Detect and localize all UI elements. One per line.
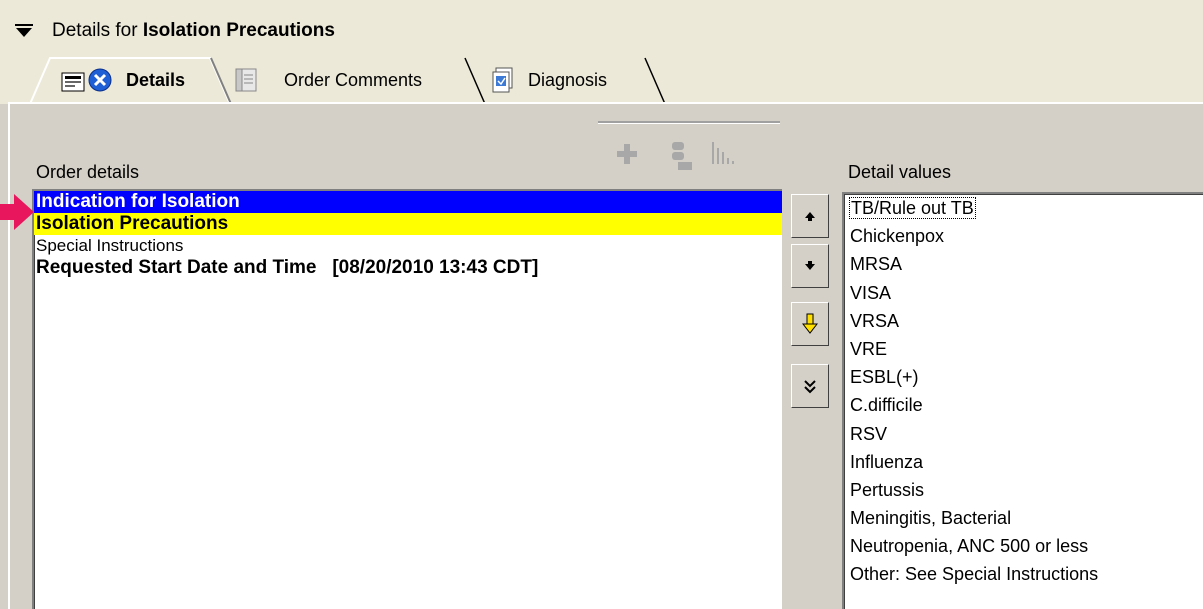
arrow-down-small-icon <box>805 261 815 270</box>
detail-value-item[interactable]: VISA <box>844 279 1203 307</box>
chart-bars-icon <box>712 142 734 164</box>
diagnosis-tab-icon <box>492 67 513 93</box>
detail-value-item[interactable]: C.difficile <box>844 391 1203 419</box>
order-detail-row[interactable]: Isolation Precautions <box>34 213 782 235</box>
tab-details[interactable]: Details <box>60 58 185 102</box>
detail-value-item[interactable]: Chickenpox <box>844 222 1203 250</box>
detail-value-item[interactable]: RSV <box>844 420 1203 448</box>
tab-order-comments-label: Order Comments <box>284 69 423 90</box>
toolbar-divider <box>598 121 780 124</box>
header-prefix: Details for <box>52 20 143 41</box>
order-details-list[interactable]: Indication for Isolation Isolation Preca… <box>32 189 782 609</box>
order-details-label: Order details <box>36 162 140 182</box>
header-title: Details for Isolation Precautions <box>52 20 335 42</box>
detail-value-item[interactable]: MRSA <box>844 250 1203 278</box>
yellow-down-arrow-icon <box>802 313 818 334</box>
next-required-button[interactable] <box>791 302 829 346</box>
tab-details-label: Details <box>126 69 186 90</box>
detail-value-item[interactable]: VRSA <box>844 307 1203 335</box>
arrow-up-small-icon <box>805 212 815 221</box>
detail-values-list[interactable]: TB/Rule out TB Chickenpox MRSA VISA VRSA… <box>842 192 1203 609</box>
details-tab-icon <box>61 68 112 92</box>
tab-diagnosis[interactable]: Diagnosis <box>490 58 607 102</box>
edit-details-icon <box>672 142 692 170</box>
details-header: Details for Isolation Precautions <box>0 0 1203 48</box>
detail-value-item[interactable]: Other: See Special Instructions <box>844 560 1203 588</box>
move-down-small-button[interactable] <box>791 244 829 288</box>
move-last-button[interactable] <box>791 364 829 408</box>
add-icon <box>617 144 637 164</box>
detail-value-item[interactable]: TB/Rule out TB <box>844 194 1203 222</box>
tab-diagnosis-label: Diagnosis <box>528 69 608 90</box>
tab-order-comments[interactable]: Order Comments <box>232 58 422 102</box>
detail-value-item[interactable]: Neutropenia, ANC 500 or less <box>844 532 1203 560</box>
detail-value-item[interactable]: ESBL(+) <box>844 363 1203 391</box>
comments-tab-icon <box>235 68 257 92</box>
double-chevron-down-icon <box>804 380 816 394</box>
order-detail-row[interactable]: Requested Start Date and Time [08/20/201… <box>34 257 782 279</box>
detail-value-item[interactable]: Meningitis, Bacterial <box>844 504 1203 532</box>
detail-value-item[interactable]: Influenza <box>844 448 1203 476</box>
tab-strip: Details Order Comments Diagnosis <box>0 48 1203 105</box>
order-detail-row[interactable]: Special Instructions <box>34 235 782 257</box>
header-order-name: Isolation Precautions <box>142 20 335 41</box>
move-first-button[interactable] <box>791 194 829 238</box>
collapse-triangle-icon[interactable] <box>14 23 34 39</box>
detail-value-item[interactable]: VRE <box>844 335 1203 363</box>
pointer-arrow-icon <box>0 194 34 230</box>
detail-value-item[interactable]: Pertussis <box>844 476 1203 504</box>
detail-values-label: Detail values <box>848 162 952 182</box>
order-detail-row[interactable]: Indication for Isolation <box>34 191 782 213</box>
